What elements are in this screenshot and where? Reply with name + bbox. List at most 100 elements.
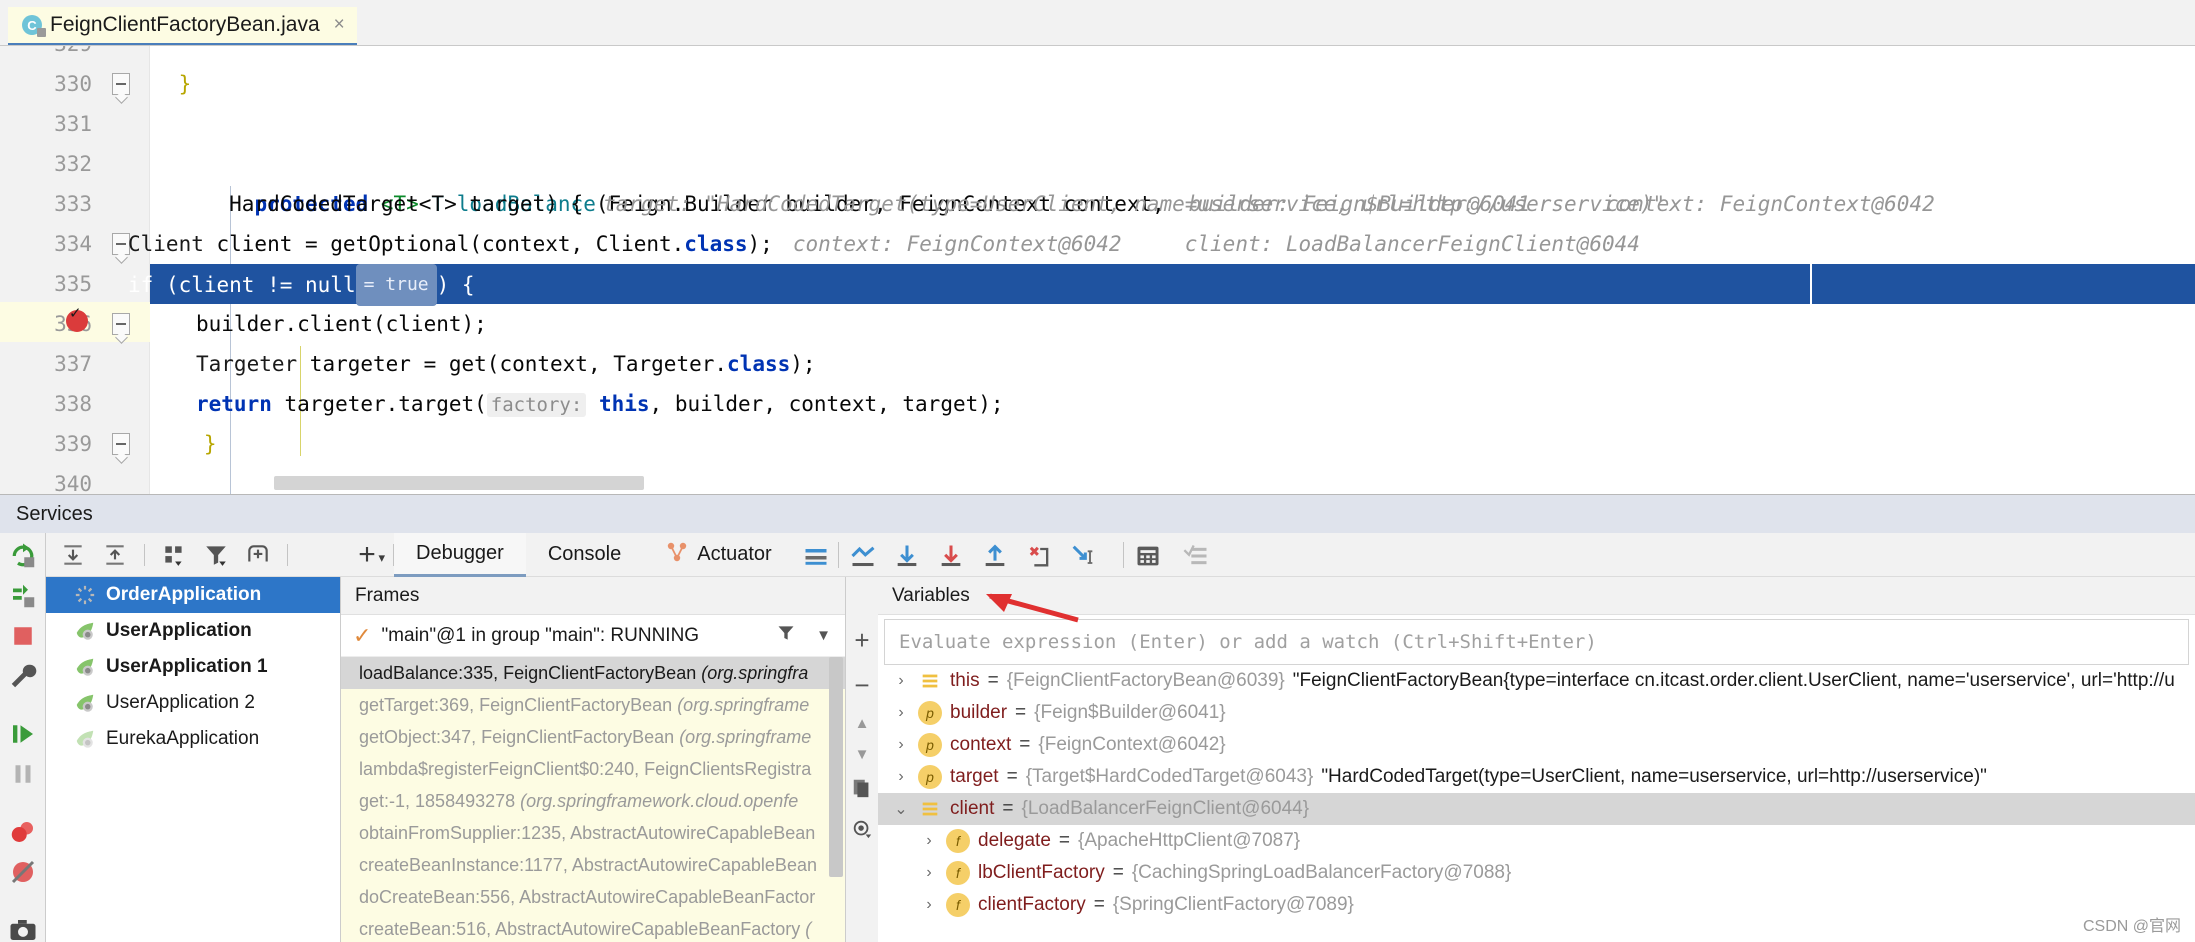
code-text: } (128, 432, 217, 456)
copy-stack-icon[interactable] (851, 777, 873, 804)
mute-breakpoints-list-icon[interactable] (1182, 542, 1208, 568)
variable-name: client (950, 798, 995, 819)
close-icon[interactable]: × (334, 14, 345, 36)
view-breakpoints-icon[interactable] (8, 817, 38, 847)
code-text: ); (747, 232, 773, 256)
show-execution-point-icon[interactable] (849, 542, 875, 568)
spring-boot-icon (74, 620, 96, 642)
filter-icon[interactable] (203, 542, 229, 568)
code-text: builder.client(client); (196, 312, 487, 336)
variable-row-target[interactable]: › p target = {Target$HardCodedTarget@604… (878, 761, 2195, 793)
variable-row-context[interactable]: › p context = {FeignContext@6042} (878, 729, 2195, 761)
frame-row[interactable]: obtainFromSupplier:1235, AbstractAutowir… (341, 817, 845, 849)
rerun-icon[interactable] (8, 541, 38, 571)
divider (144, 543, 145, 566)
chevron-right-icon[interactable]: › (920, 832, 938, 850)
chevron-right-icon[interactable]: › (892, 704, 910, 722)
watches-eye-icon[interactable] (851, 818, 873, 845)
code-line-336: builder.client(client); (150, 304, 2195, 344)
add-watch-icon[interactable]: + (854, 625, 869, 656)
code-editor[interactable]: 329 330 331 332 333 334 335 336 337 338 … (0, 46, 2195, 494)
scroll-down-icon[interactable]: ▼ (855, 746, 870, 763)
frame-row[interactable]: getTarget:369, FeignClientFactoryBean (o… (341, 689, 845, 721)
chevron-down-icon[interactable]: ⌄ (892, 799, 910, 819)
variable-row-this[interactable]: › this = {FeignClientFactoryBean@6039} "… (878, 665, 2195, 697)
thread-label: "main"@1 in group "main": RUNNING (381, 624, 700, 646)
frames-list[interactable]: loadBalance:335, FeignClientFactoryBean … (341, 657, 845, 942)
code-line-337: Targeter targeter = get(context, Targete… (150, 344, 2195, 384)
tab-actuator[interactable]: Actuator (643, 533, 793, 577)
frame-row[interactable]: getObject:347, FeignClientFactoryBean (o… (341, 721, 845, 753)
add-service-icon[interactable] (245, 542, 271, 568)
pause-program-icon[interactable] (8, 759, 38, 789)
frame-row[interactable]: get:-1, 1858493278 (org.springframework.… (341, 785, 845, 817)
spring-boot-icon (74, 656, 96, 678)
services-list[interactable]: OrderApplication UserApplication UserApp… (46, 577, 341, 942)
service-item-userapplication-1[interactable]: UserApplication 1 (46, 649, 340, 685)
actuator-icon (665, 540, 689, 570)
parameter-icon: p (918, 765, 942, 789)
code-text-area[interactable]: } protected <T> T loadBalance(Feign.Buil… (128, 46, 2195, 494)
fold-marker-icon[interactable] (112, 313, 130, 344)
service-item-eurekaapplication[interactable]: EurekaApplication (46, 721, 340, 757)
tab-label: Actuator (697, 543, 772, 565)
service-item-label: EurekaApplication (106, 728, 260, 749)
tab-console[interactable]: Console (526, 533, 643, 577)
frame-row[interactable]: createBean:516, AbstractAutowireCapableB… (341, 913, 845, 942)
variable-row-lbclientfactory[interactable]: › f lbClientFactory = {CachingSpringLoad… (878, 857, 2195, 889)
editor-tab-feignclientfactorybean[interactable]: C FeignClientFactoryBean.java × (8, 7, 357, 45)
step-into-icon[interactable] (937, 542, 963, 568)
rerun-failed-icon[interactable] (8, 581, 38, 611)
field-icon: f (946, 861, 970, 885)
field-icon: f (946, 829, 970, 853)
breakpoint-icon[interactable] (66, 304, 88, 332)
chevron-down-icon[interactable]: ▼ (816, 627, 831, 644)
code-line-333: HardCodedTarget<T> target) {target: "Har… (150, 184, 2195, 224)
remove-watch-icon[interactable]: − (854, 670, 869, 701)
frame-row[interactable]: lambda$registerFeignClient$0:240, FeignC… (341, 753, 845, 785)
chevron-right-icon[interactable]: › (892, 768, 910, 786)
keyword-class: class (684, 232, 748, 256)
frame-row[interactable]: loadBalance:335, FeignClientFactoryBean … (341, 657, 845, 689)
variable-value: {Target$HardCodedTarget@6043} (1025, 766, 1314, 787)
step-over-icon[interactable] (893, 542, 919, 568)
frame-row[interactable]: createBeanInstance:1177, AbstractAutowir… (341, 849, 845, 881)
service-item-userapplication-2[interactable]: UserApplication 2 (46, 685, 340, 721)
run-to-cursor-icon[interactable] (1069, 542, 1095, 568)
expand-all-icon[interactable] (60, 542, 86, 568)
editor-horizontal-scrollbar[interactable] (274, 476, 644, 490)
screenshot-icon[interactable] (8, 915, 38, 942)
frame-row[interactable]: doCreateBean:556, AbstractAutowireCapabl… (341, 881, 845, 913)
thread-selector[interactable]: ✓ "main"@1 in group "main": RUNNING ▼ (341, 615, 845, 657)
variable-name: context (950, 734, 1012, 755)
variable-row-builder[interactable]: › p builder = {Feign$Builder@6041} (878, 697, 2195, 729)
chevron-right-icon[interactable]: › (892, 736, 910, 754)
resume-program-icon[interactable] (8, 719, 38, 749)
service-item-userapplication[interactable]: UserApplication (46, 613, 340, 649)
settings-wrench-icon[interactable] (8, 661, 38, 691)
code-text: ); (790, 352, 816, 376)
add-configuration-icon[interactable]: + ▾ (341, 538, 393, 572)
frame-package: (org.springframe (677, 695, 810, 715)
mute-breakpoints-icon[interactable] (8, 857, 38, 887)
variable-row-delegate[interactable]: › f delegate = {ApacheHttpClient@7087} (878, 825, 2195, 857)
chevron-right-icon[interactable]: › (920, 896, 938, 914)
service-item-orderapplication[interactable]: OrderApplication (46, 577, 340, 613)
scroll-up-icon[interactable]: ▲ (855, 715, 870, 732)
variable-row-clientfactory[interactable]: › f clientFactory = {SpringClientFactory… (878, 889, 2195, 921)
layout-settings-icon[interactable] (802, 542, 828, 568)
tab-debugger[interactable]: Debugger (394, 532, 526, 577)
group-by-icon[interactable] (161, 542, 187, 568)
evaluate-expression-icon[interactable] (1134, 542, 1160, 568)
frames-scrollbar[interactable] (829, 657, 843, 877)
filter-icon[interactable] (776, 623, 796, 649)
collapse-all-icon[interactable] (102, 542, 128, 568)
stop-icon[interactable] (8, 621, 38, 651)
chevron-right-icon[interactable]: › (892, 672, 910, 690)
step-out-icon[interactable] (981, 542, 1007, 568)
chevron-right-icon[interactable]: › (920, 864, 938, 882)
variable-row-client[interactable]: ⌄ client = {LoadBalancerFeignClient@6044… (878, 793, 2195, 825)
force-step-into-icon[interactable] (1025, 542, 1051, 568)
line-number: 329 (0, 46, 92, 64)
line-number: 333 (54, 192, 92, 216)
